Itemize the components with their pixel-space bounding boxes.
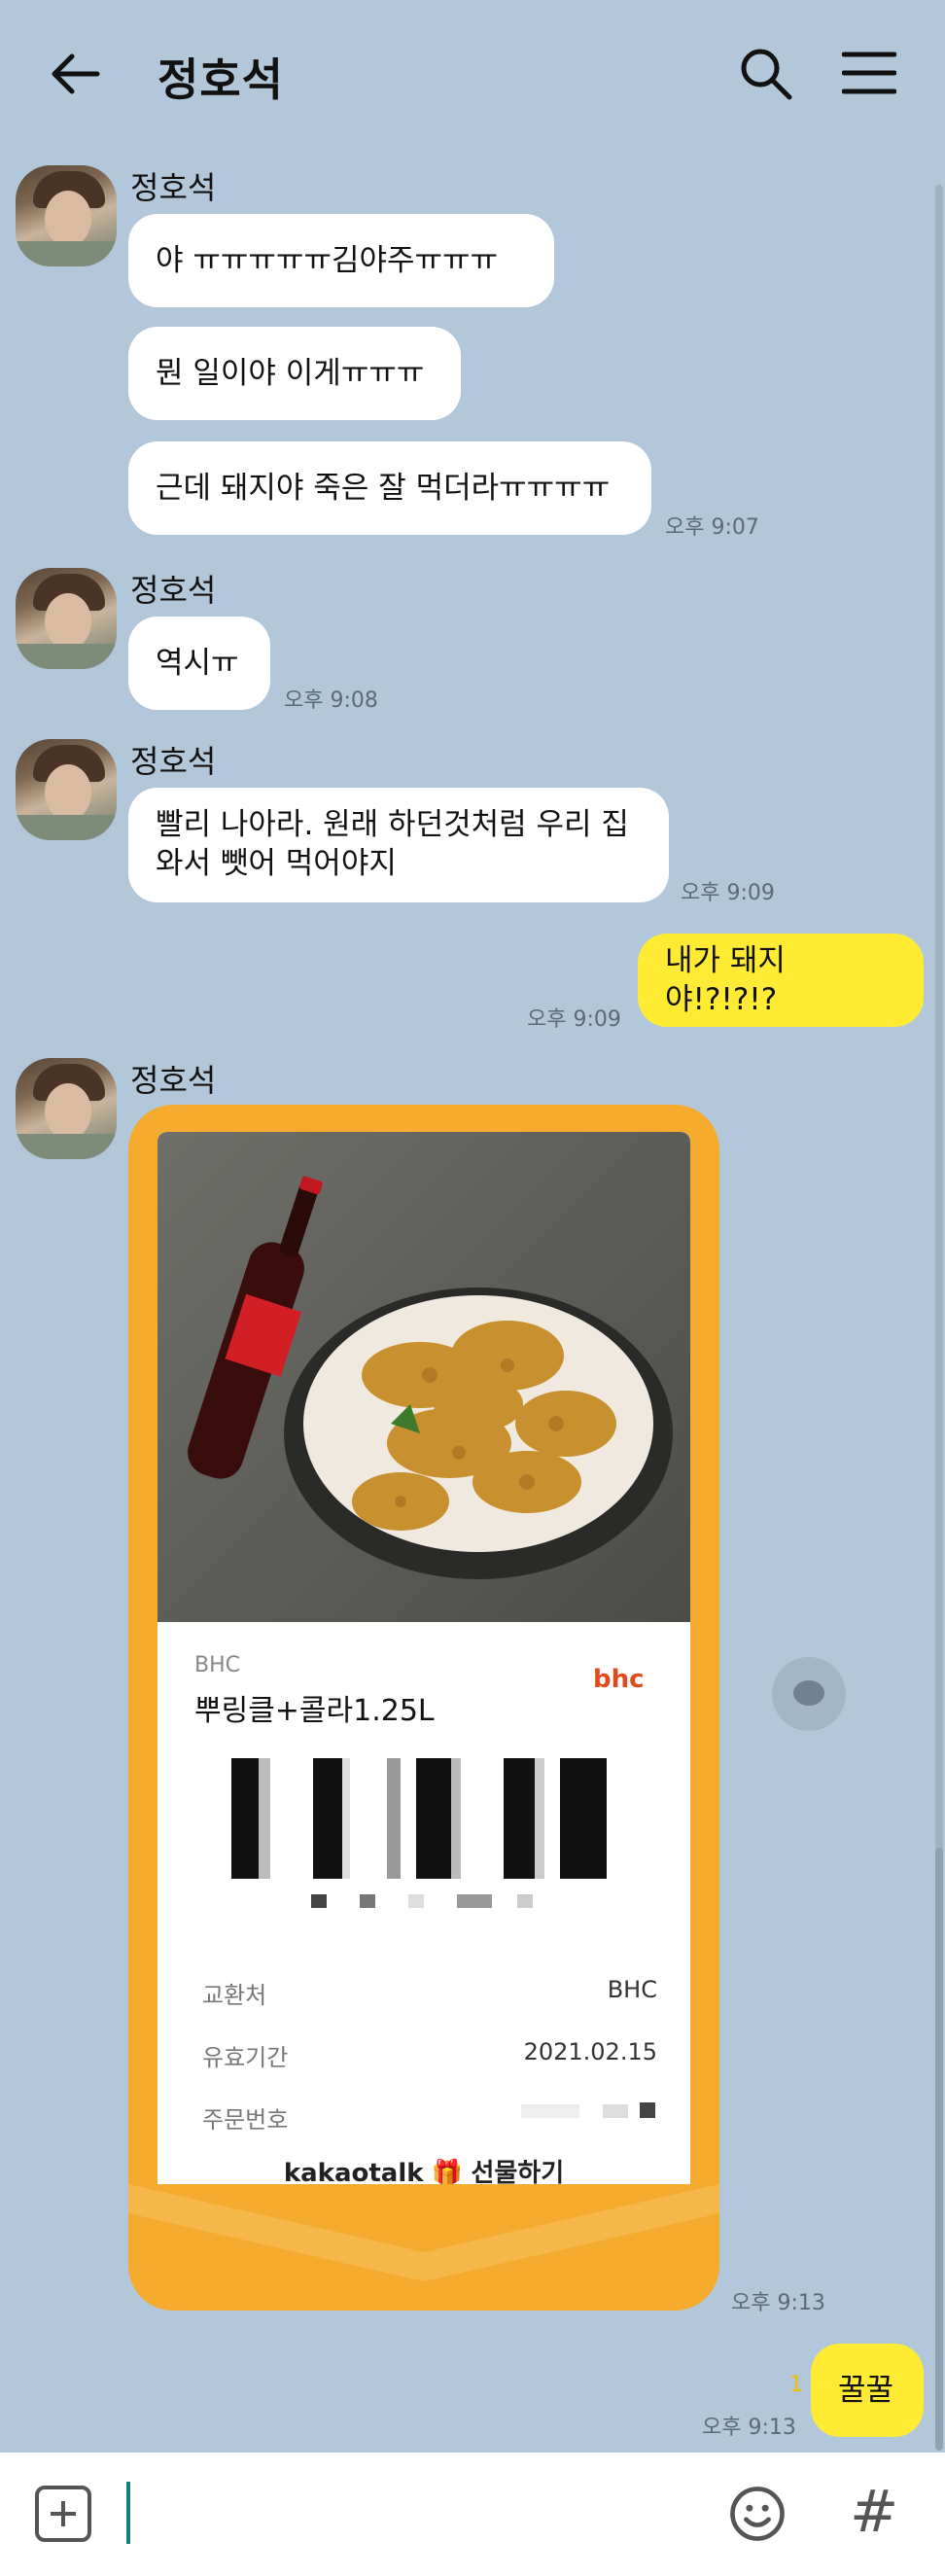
message-time: 오후 9:13 <box>731 2291 825 2315</box>
info-row-order: 주문번호 <box>202 2100 657 2135</box>
my-message-bubble[interactable]: 꿀꿀 <box>811 2344 924 2437</box>
message-time: 오후 9:09 <box>527 1007 621 1032</box>
product-name: 뿌링클+콜라1.25L <box>194 1694 435 1728</box>
info-row-exchange: 교환처 BHC <box>202 1976 657 2010</box>
chat-title: 정호석 <box>158 53 284 106</box>
avatar[interactable] <box>16 165 117 266</box>
message-time: 오후 9:09 <box>681 881 775 905</box>
plus-icon[interactable] <box>35 2486 91 2542</box>
sender-name: 정호석 <box>130 169 217 206</box>
info-label: 유효기간 <box>202 2044 289 2071</box>
message-bubble[interactable]: 빨리 나아라. 원래 하던것처럼 우리 집 와서 뺏어 먹어야지 <box>128 788 669 902</box>
product-brand: BHC <box>194 1653 240 1677</box>
message-time: 오후 9:07 <box>665 515 759 540</box>
sender-name: 정호석 <box>130 572 217 609</box>
info-value: BHC <box>607 1976 657 2003</box>
avatar[interactable] <box>16 568 117 669</box>
chat-header: 정호석 <box>0 0 945 146</box>
message-bubble[interactable]: 야 ㅠㅠㅠㅠㅠ김야주ㅠㅠㅠ <box>128 214 554 307</box>
info-label: 교환처 <box>202 1982 267 2009</box>
avatar[interactable] <box>16 739 117 840</box>
sender-name: 정호석 <box>130 1062 217 1099</box>
message-line: 와서 뺏어 먹어야지 <box>156 846 397 881</box>
info-value: 2021.02.15 <box>523 2038 657 2065</box>
message-line: 빨리 나아라. 원래 하던것처럼 우리 집 <box>156 807 629 842</box>
message-input-bar: # <box>0 2452 945 2576</box>
product-photo <box>158 1132 690 1622</box>
emoji-icon[interactable] <box>729 2486 786 2542</box>
message-time: 오후 9:08 <box>284 688 378 713</box>
my-message-bubble[interactable]: 내가 돼지야!?!?!? <box>638 934 924 1027</box>
hash-icon[interactable]: # <box>850 2478 898 2546</box>
comment-icon[interactable] <box>772 1657 846 1731</box>
message-input[interactable] <box>126 2482 130 2544</box>
message-time: 오후 9:13 <box>702 2416 796 2440</box>
order-number-masked <box>521 2102 655 2118</box>
unread-count: 1 <box>789 2373 803 2397</box>
back-arrow-icon[interactable] <box>47 45 105 103</box>
avatar[interactable] <box>16 1058 117 1159</box>
sender-name: 정호석 <box>130 743 217 780</box>
info-label: 주문번호 <box>202 2106 289 2134</box>
info-row-expiry: 유효기간 2021.02.15 <box>202 2038 657 2072</box>
barcode <box>231 1758 607 1879</box>
menu-icon[interactable] <box>842 49 896 97</box>
message-bubble[interactable]: 근데 돼지야 죽은 잘 먹더라ㅠㅠㅠㅠ <box>128 441 651 535</box>
search-icon[interactable] <box>737 45 795 103</box>
barcode-number <box>311 1894 533 1908</box>
message-bubble[interactable]: 역시ㅠ <box>128 617 270 710</box>
gift-card[interactable]: BHC 뿌링클+콜라1.25L bhc 교환처 BHC 유효기간 2021.02… <box>128 1105 719 2311</box>
message-bubble[interactable]: 뭔 일이야 이게ㅠㅠㅠ <box>128 327 461 420</box>
bhc-logo: bhc <box>593 1665 645 1694</box>
gift-card-body: BHC 뿌링클+콜라1.25L bhc 교환처 BHC 유효기간 2021.02… <box>158 1132 690 2260</box>
gift-envelope <box>128 2184 719 2311</box>
scrollbar-thumb[interactable] <box>935 1848 943 2451</box>
